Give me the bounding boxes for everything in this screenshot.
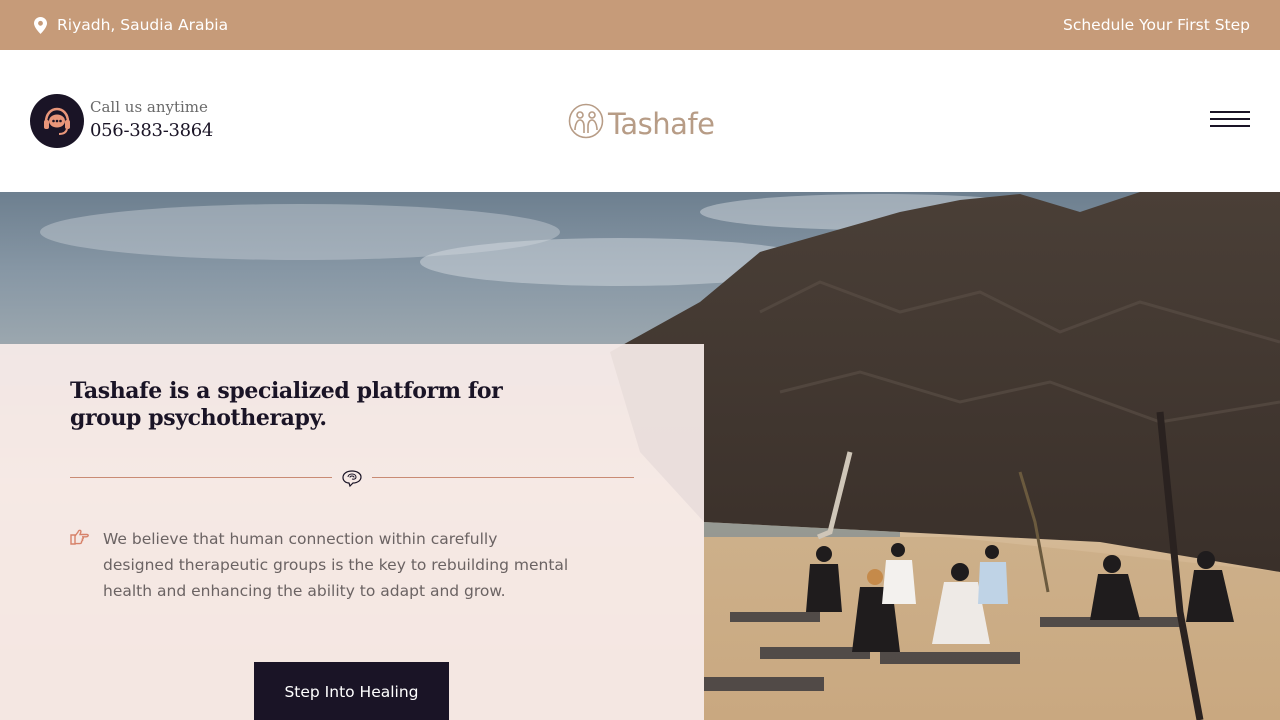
hero-section: Tashafe is a specialized platform for gr… [0, 192, 1280, 720]
section-divider [70, 468, 634, 488]
step-into-healing-button[interactable]: Step Into Healing [254, 662, 449, 720]
brain-outline-icon [341, 468, 363, 493]
map-pin-icon [34, 16, 47, 34]
site-header: Call us anytime 056-383-3864 Tashafe [0, 50, 1280, 192]
call-label: Call us anytime [90, 97, 208, 116]
logo-text: Tashafe [608, 106, 715, 141]
schedule-link[interactable]: Schedule Your First Step [1063, 16, 1250, 34]
pointing-hand-icon [70, 529, 90, 604]
hamburger-menu-icon[interactable] [1210, 111, 1250, 131]
value-statement: We believe that human connection within … [70, 526, 573, 604]
location-text: Riyadh, Saudia Arabia [57, 16, 229, 34]
hero-title: Tashafe is a specialized platform for gr… [70, 378, 503, 431]
logo-mark-icon [568, 103, 604, 144]
logo[interactable]: Tashafe [568, 103, 715, 144]
headset-chat-icon [30, 94, 84, 148]
call-block: Call us anytime 056-383-3864 [30, 94, 213, 148]
top-bar: Riyadh, Saudia Arabia Schedule Your Firs… [0, 0, 1280, 50]
phone-number[interactable]: 056-383-3864 [90, 120, 213, 141]
value-statement-text: We believe that human connection within … [103, 530, 569, 600]
hero-card: Tashafe is a specialized platform for gr… [0, 344, 704, 720]
location: Riyadh, Saudia Arabia [34, 16, 228, 34]
